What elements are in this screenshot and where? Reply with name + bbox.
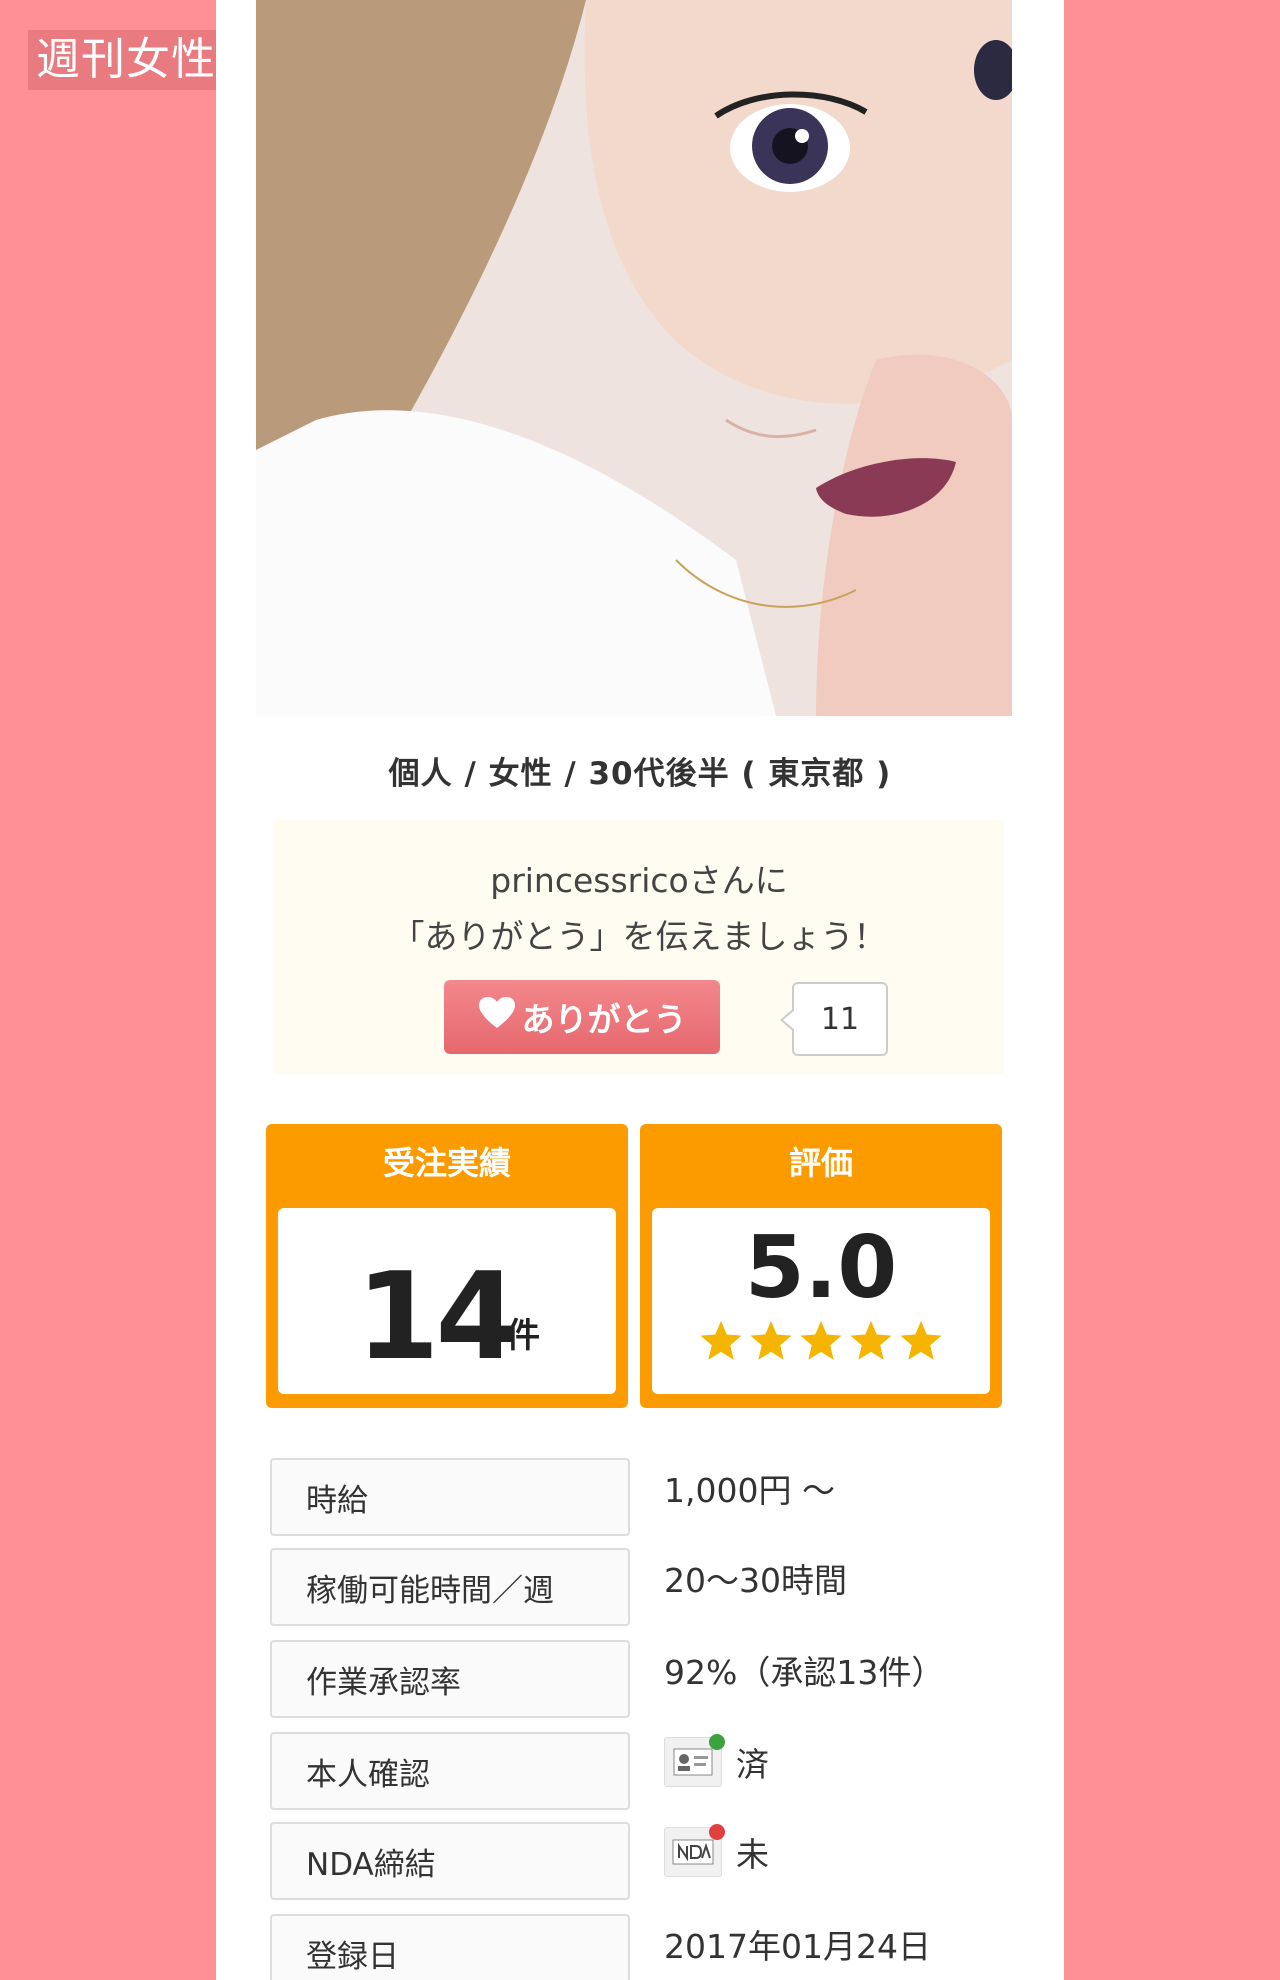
nda-icon <box>664 1824 725 1877</box>
info-row-approval-rate: 作業承認率 92%（承認13件） <box>270 1640 990 1718</box>
thanks-panel: princessricoさんに 「ありがとう」を伝えましょう！ ありがとう 11 <box>274 820 1004 1074</box>
profile-meta: 個人 / 女性 / 30代後半 ( 東京都 ) <box>388 756 892 792</box>
info-row-registered-date: 登録日 2017年01月24日 <box>270 1914 990 1980</box>
info-value: 2017年01月24日 <box>664 1927 931 1966</box>
info-value: 20～30時間 <box>664 1561 847 1600</box>
rating-stat: 評価 5.0 <box>640 1124 1002 1408</box>
id-card-icon <box>664 1734 725 1787</box>
info-row-weekly-hours: 稼働可能時間／週 20～30時間 <box>270 1548 990 1626</box>
thanks-message-user: princessricoさんに <box>490 861 788 900</box>
info-label: 登録日 <box>270 1914 630 1980</box>
heart-icon <box>478 996 516 1038</box>
orders-value: 14 <box>356 1248 519 1387</box>
thanks-message-prompt: 「ありがとう」を伝えましょう！ <box>391 917 887 956</box>
info-value: 92%（承認13件） <box>664 1653 945 1692</box>
profile-card: 個人 / 女性 / 30代後半 ( 東京都 ) princessricoさんに … <box>216 0 1064 1980</box>
identity-status: 済 <box>736 1745 769 1784</box>
profile-photo <box>256 0 1012 716</box>
info-value: 未 <box>664 1822 769 1882</box>
star-icon <box>750 1320 792 1360</box>
star-icon <box>700 1320 742 1360</box>
info-label: 稼働可能時間／週 <box>270 1548 630 1626</box>
thanks-count: 11 <box>780 982 888 1056</box>
thanks-button[interactable]: ありがとう <box>444 980 720 1054</box>
info-label: 本人確認 <box>270 1732 630 1810</box>
orders-title: 受注実績 <box>382 1144 511 1182</box>
info-row-nda: NDA締結 未 <box>270 1822 990 1900</box>
orders-panel: 14 件 <box>278 1208 616 1394</box>
rating-stars <box>652 1318 990 1364</box>
info-value: 済 <box>664 1732 769 1792</box>
info-row-hourly-rate: 時給 1,000円 ～ <box>270 1458 990 1536</box>
info-label: NDA締結 <box>270 1822 630 1900</box>
nda-status: 未 <box>736 1835 769 1874</box>
info-label: 時給 <box>270 1458 630 1536</box>
star-icon <box>850 1320 892 1360</box>
thanks-button-label: ありがとう <box>521 1000 687 1039</box>
rating-value: 5.0 <box>744 1218 898 1318</box>
star-icon <box>800 1320 842 1360</box>
orders-stat: 受注実績 14 件 <box>266 1124 628 1408</box>
info-label: 作業承認率 <box>270 1640 630 1718</box>
info-row-identity-check: 本人確認 済 <box>270 1732 990 1810</box>
info-value: 1,000円 ～ <box>664 1471 835 1510</box>
rating-title: 評価 <box>788 1144 853 1182</box>
orders-unit: 件 <box>506 1316 540 1356</box>
rating-panel: 5.0 <box>652 1208 990 1394</box>
star-icon <box>900 1320 942 1360</box>
